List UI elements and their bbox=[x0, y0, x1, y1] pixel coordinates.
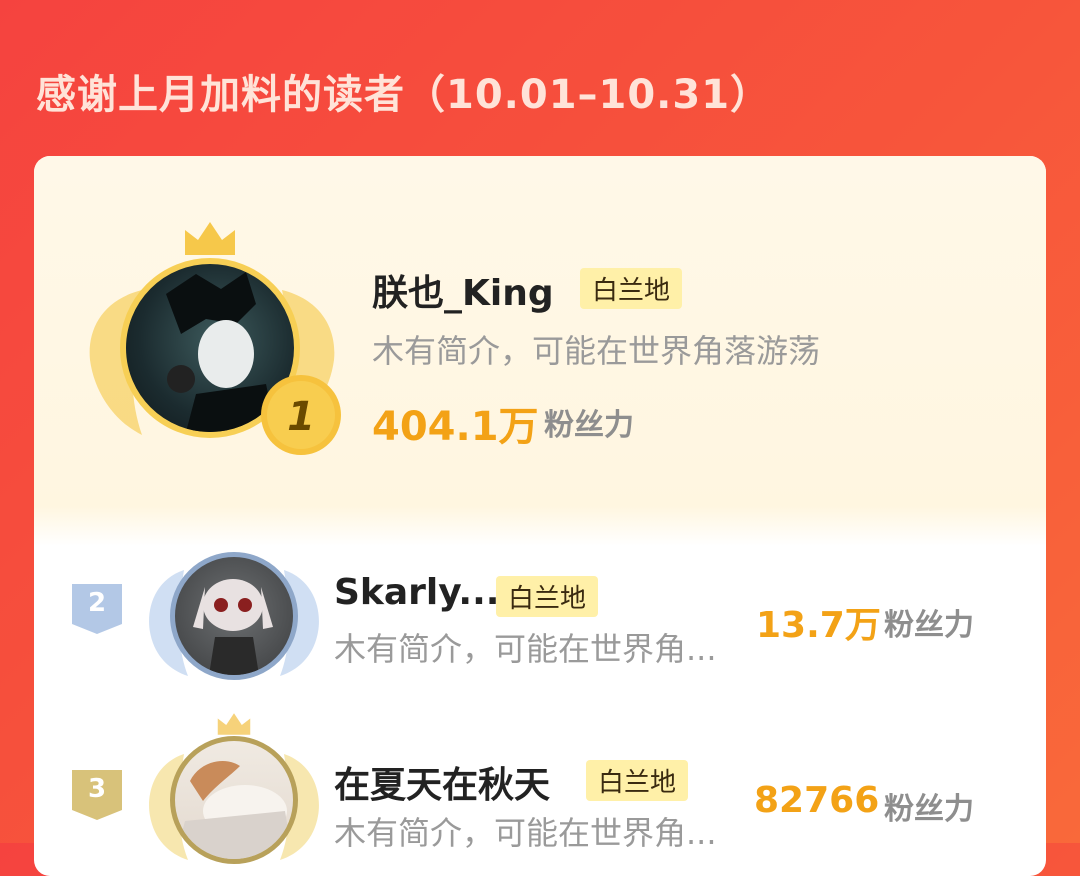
avatar-illustration bbox=[175, 761, 293, 859]
level-badge: 白兰地 bbox=[496, 576, 599, 617]
rank-2-flag-icon: 2 bbox=[72, 584, 122, 634]
reader-name[interactable]: Skarly... bbox=[334, 572, 499, 613]
reader-intro: 木有简介，可能在世界角... bbox=[334, 814, 717, 852]
rank-3-flag-icon: 3 bbox=[72, 770, 122, 820]
reader-ranking-panel: 1 朕也_King 白兰地 木有简介，可能在世界角落游荡 404.1万 粉丝力 … bbox=[34, 156, 1046, 876]
rank-1-avatar-group[interactable]: 1 bbox=[82, 220, 342, 460]
reader-name[interactable]: 在夏天在秋天 bbox=[334, 756, 550, 808]
avatar-illustration bbox=[193, 579, 273, 675]
rank-medal-icon: 1 bbox=[261, 375, 341, 455]
fan-power-count: 404.1万 bbox=[372, 404, 539, 450]
rank-number: 2 bbox=[87, 588, 107, 618]
page-title: 感谢上月加料的读者（10.01–10.31） bbox=[36, 72, 772, 118]
reader-intro: 木有简介，可能在世界角落游荡 bbox=[372, 332, 821, 370]
fan-power-unit: 粉丝力 bbox=[884, 792, 974, 827]
reader-intro: 木有简介，可能在世界角... bbox=[334, 630, 717, 668]
avatar[interactable] bbox=[170, 736, 298, 864]
fan-power-unit: 粉丝力 bbox=[544, 408, 634, 443]
fan-power-unit: 粉丝力 bbox=[884, 608, 974, 643]
avatar[interactable] bbox=[170, 552, 298, 680]
rank-number: 3 bbox=[87, 774, 107, 804]
level-badge: 白兰地 bbox=[586, 760, 689, 801]
fan-power-count: 13.7万 bbox=[756, 605, 881, 646]
rank-2-avatar-group[interactable] bbox=[144, 528, 324, 688]
rank-3-avatar-group[interactable] bbox=[144, 712, 324, 872]
reader-name[interactable]: 朕也_King bbox=[372, 264, 554, 316]
fan-power-count: 82766 bbox=[754, 780, 880, 821]
rank-number: 1 bbox=[287, 394, 315, 440]
crown-icon bbox=[185, 222, 235, 255]
crown-icon bbox=[217, 713, 251, 735]
level-badge: 白兰地 bbox=[580, 268, 683, 309]
